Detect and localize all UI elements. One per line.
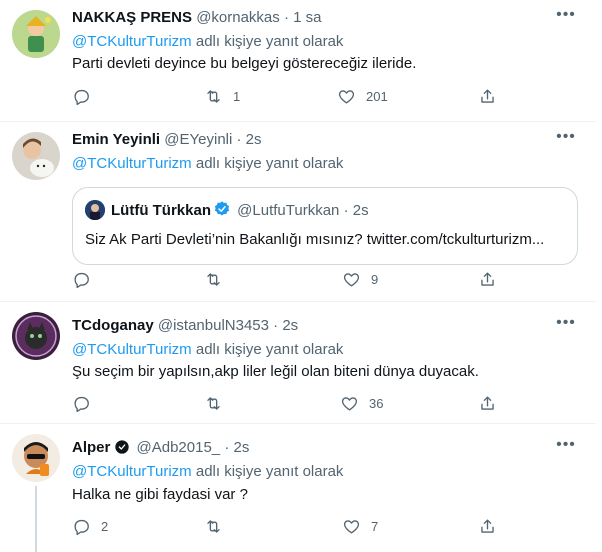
retweet-button[interactable] — [204, 516, 233, 536]
reply-mention-link[interactable]: @TCKulturTurizm — [72, 341, 192, 358]
reply-icon — [74, 272, 89, 288]
more-icon[interactable]: ••• — [556, 129, 576, 150]
retweet-button[interactable] — [204, 269, 233, 289]
tweet-header: Emin Yeyinli @EYeyinli · 2s — [72, 130, 262, 150]
like-count: 7 — [371, 518, 379, 534]
timestamp[interactable]: · 2s — [224, 439, 249, 456]
quoted-text: Siz Ak Parti Devleti’nin Bakanlığı mısın… — [85, 231, 545, 248]
display-name[interactable]: NAKKAŞ PRENS — [72, 9, 192, 26]
display-name[interactable]: Alper — [72, 439, 110, 456]
tweet-4[interactable]: Alper @Adb2015_ · 2s ••• @TCKulturTurizm… — [0, 424, 596, 552]
handle[interactable]: @kornakkas — [196, 9, 280, 26]
tweet-text: Halka ne gibi faydasi var ? — [72, 486, 248, 503]
reply-icon — [74, 519, 89, 535]
share-button[interactable] — [478, 393, 497, 413]
reply-button[interactable] — [72, 393, 101, 413]
tweet-3[interactable]: TCdoganay @istanbulN3453 · 2s ••• @TCKul… — [0, 302, 596, 424]
like-count: 9 — [371, 271, 379, 287]
handle[interactable]: @Adb2015_ — [137, 439, 221, 456]
reply-context-text: adlı kişiye yanıt olarak — [191, 33, 344, 50]
verified-icon — [214, 201, 230, 216]
like-icon — [343, 519, 360, 534]
handle[interactable]: @EYeyinli — [164, 131, 232, 148]
tweet-header: TCdoganay @istanbulN3453 · 2s — [72, 316, 298, 336]
tweet-header: NAKKAŞ PRENS @kornakkas · 1 sa — [72, 8, 321, 28]
reply-mention-link[interactable]: @TCKulturTurizm — [72, 33, 192, 50]
quoted-header: Lütfü Türkkan @LutfuTurkkan · 2s — [111, 200, 369, 221]
tweet-header: Alper @Adb2015_ · 2s — [72, 438, 249, 458]
reply-mention-link[interactable]: @TCKulturTurizm — [72, 155, 192, 172]
like-button[interactable]: 7 — [342, 516, 378, 536]
quoted-avatar — [85, 200, 105, 220]
like-button[interactable]: 36 — [340, 393, 383, 413]
reply-context-text: adlı kişiye yanıt olarak — [191, 155, 344, 172]
reply-button[interactable] — [72, 86, 101, 106]
reply-button[interactable]: 2 — [72, 516, 108, 536]
reply-icon — [74, 89, 89, 105]
reply-context: @TCKulturTurizm adlı kişiye yanıt olarak — [72, 340, 343, 360]
share-button[interactable] — [478, 516, 497, 536]
retweet-icon — [207, 89, 220, 103]
reply-context: @TCKulturTurizm adlı kişiye yanıt olarak — [72, 32, 343, 52]
share-icon — [481, 271, 494, 286]
reply-mention-link[interactable]: @TCKulturTurizm — [72, 463, 192, 480]
like-count: 201 — [366, 88, 388, 104]
tweet-actions: 2 7 — [72, 516, 502, 536]
quoted-tweet[interactable]: Lütfü Türkkan @LutfuTurkkan · 2s Siz Ak … — [72, 187, 578, 265]
more-icon[interactable]: ••• — [556, 315, 576, 336]
timestamp[interactable]: · 1 sa — [284, 9, 322, 26]
retweet-button[interactable]: 1 — [204, 86, 240, 106]
share-button[interactable] — [478, 269, 497, 289]
reply-context: @TCKulturTurizm adlı kişiye yanıt olarak — [72, 154, 343, 174]
retweet-icon — [207, 272, 220, 286]
tweet-2[interactable]: Emin Yeyinli @EYeyinli · 2s ••• @TCKultu… — [0, 122, 596, 302]
avatar-image — [12, 10, 60, 58]
display-name[interactable]: TCdoganay — [72, 317, 154, 334]
reply-button[interactable] — [72, 269, 101, 289]
like-icon — [338, 89, 355, 104]
reply-context: @TCKulturTurizm adlı kişiye yanıt olarak — [72, 462, 343, 482]
retweet-button[interactable] — [204, 393, 233, 413]
share-button[interactable] — [478, 86, 497, 106]
tweet-1[interactable]: NAKKAŞ PRENS @kornakkas · 1 sa ••• @TCKu… — [0, 0, 596, 122]
tweet-text: Parti devleti deyince bu belgeyi göstere… — [72, 55, 417, 72]
like-icon — [341, 396, 358, 411]
like-icon — [343, 272, 360, 287]
share-icon — [481, 395, 494, 410]
badge-icon — [115, 440, 130, 454]
like-button[interactable]: 201 — [337, 86, 388, 106]
quoted-timestamp: · 2s — [343, 202, 369, 219]
avatar-image — [12, 434, 60, 482]
timestamp[interactable]: · 2s — [273, 317, 298, 334]
avatar[interactable] — [12, 434, 60, 482]
tweet-actions: 1 201 — [72, 86, 502, 106]
avatar[interactable] — [12, 10, 60, 58]
avatar-image — [12, 132, 60, 180]
tweet-actions: 36 — [72, 393, 502, 413]
reply-context-text: adlı kişiye yanıt olarak — [191, 341, 344, 358]
thread-connector — [35, 486, 37, 552]
retweet-icon — [207, 519, 220, 533]
share-icon — [481, 518, 494, 533]
tweet-text: Şu seçim bir yapılsın,akp liler leğil ol… — [72, 363, 479, 380]
like-count: 36 — [369, 395, 384, 411]
share-icon — [481, 88, 494, 103]
avatar[interactable] — [12, 312, 60, 360]
tweet-actions: 9 — [72, 269, 502, 289]
retweet-count: 1 — [233, 88, 241, 104]
handle[interactable]: @istanbulN3453 — [158, 317, 269, 334]
more-icon[interactable]: ••• — [556, 7, 576, 28]
reply-context-text: adlı kişiye yanıt olarak — [191, 463, 344, 480]
more-icon[interactable]: ••• — [556, 437, 576, 458]
like-button[interactable]: 9 — [342, 269, 378, 289]
avatar[interactable] — [12, 132, 60, 180]
quoted-handle: @LutfuTurkkan — [237, 202, 340, 219]
timestamp[interactable]: · 2s — [237, 131, 262, 148]
display-name[interactable]: Emin Yeyinli — [72, 131, 160, 148]
retweet-icon — [207, 396, 220, 410]
reply-icon — [74, 396, 89, 412]
avatar-image — [12, 312, 60, 360]
reply-count: 2 — [101, 518, 109, 534]
quoted-display-name: Lütfü Türkkan — [111, 202, 211, 219]
